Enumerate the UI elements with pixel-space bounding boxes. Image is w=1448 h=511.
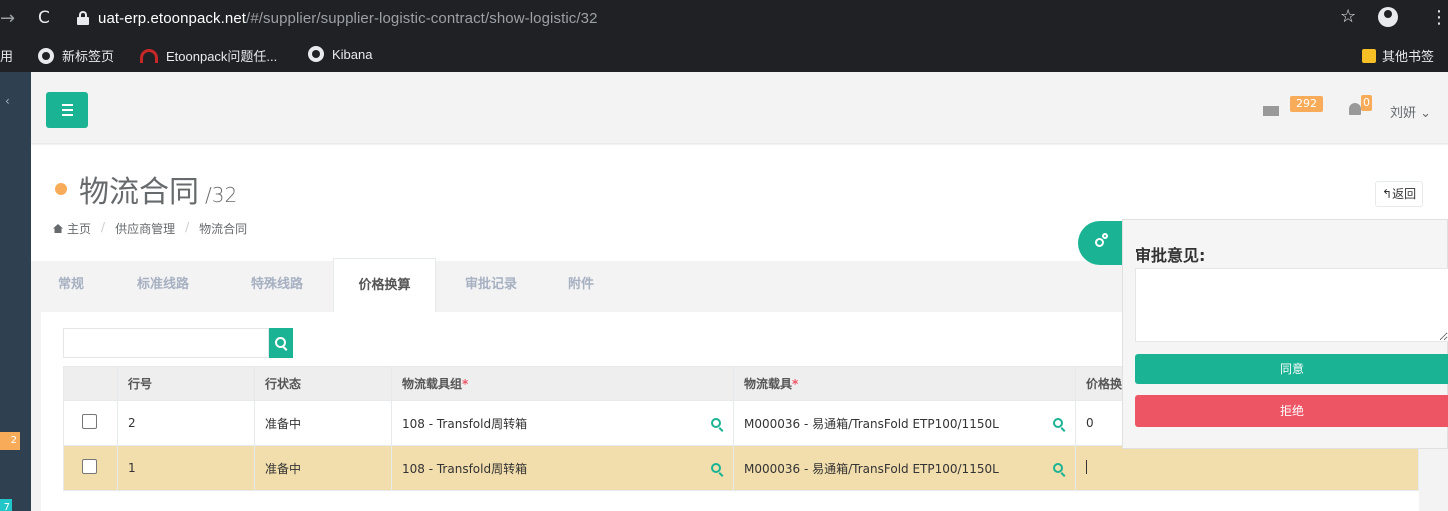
tab-approval-records[interactable]: 审批记录 xyxy=(451,258,531,312)
tab-price-conversion[interactable]: 价格换算 xyxy=(333,258,436,312)
group-cell[interactable]: 108 - Transfold周转箱 xyxy=(391,400,734,446)
lookup-search-icon[interactable] xyxy=(1053,463,1063,473)
group-cell[interactable]: 108 - Transfold周转箱 xyxy=(391,445,734,491)
agree-button[interactable]: 同意 xyxy=(1135,354,1448,384)
tab-special-route[interactable]: 特殊线路 xyxy=(237,258,317,312)
gears-icon xyxy=(1095,238,1104,247)
bookmark-apps[interactable]: 用 xyxy=(0,46,13,65)
column-header[interactable]: 物流载具组* xyxy=(391,366,734,401)
breadcrumb-contract: 物流合同 xyxy=(199,222,248,236)
bookmark-etoonpack[interactable]: Etoonpack问题任... xyxy=(140,46,277,65)
status-cell: 准备中 xyxy=(254,445,392,491)
search-button[interactable] xyxy=(269,328,293,358)
more-menu-icon[interactable]: ⋮ xyxy=(1430,7,1448,28)
mail-count-badge: 292 xyxy=(1290,96,1323,112)
bookmarks-bar: 用 新标签页 Etoonpack问题任... Kibana 其他书签 xyxy=(0,36,1448,72)
home-icon xyxy=(53,224,63,233)
line-cell: 2 xyxy=(117,400,255,446)
row-checkbox[interactable] xyxy=(82,459,97,474)
sidebar-badge: 7 xyxy=(0,499,12,511)
bell-icon[interactable] xyxy=(1349,103,1361,115)
tab-general[interactable]: 常规 xyxy=(51,258,91,312)
select-column-header xyxy=(63,366,118,401)
approval-panel: 审批意见: 同意 拒绝 xyxy=(1122,219,1448,449)
forward-arrow-icon[interactable]: → xyxy=(0,8,18,29)
folder-icon xyxy=(1362,48,1376,63)
approval-comment-input[interactable] xyxy=(1135,268,1448,342)
lookup-search-icon[interactable] xyxy=(711,463,721,473)
column-header[interactable]: 物流载具* xyxy=(733,366,1076,401)
reply-icon: ↰ xyxy=(1382,187,1393,201)
reject-button[interactable]: 拒绝 xyxy=(1135,395,1448,427)
column-header[interactable]: 行状态 xyxy=(254,366,392,401)
carrier-cell[interactable]: M000036 - 易通箱/TransFold ETP100/1150L xyxy=(733,400,1076,446)
browser-address-bar: → C uat-erp.etoonpack.net/#/supplier/sup… xyxy=(0,0,1448,36)
breadcrumb: 主页 / 供应商管理 / 物流合同 xyxy=(53,220,247,237)
breadcrumb-supplier[interactable]: 供应商管理 xyxy=(115,220,175,237)
carrier-cell[interactable]: M000036 - 易通箱/TransFold ETP100/1150L xyxy=(733,445,1076,491)
table-row[interactable]: 1 准备中 108 - Transfold周转箱 M000036 - 易通箱/T… xyxy=(63,445,1419,491)
bookmark-new-tab[interactable]: 新标签页 xyxy=(38,46,114,65)
lookup-search-icon[interactable] xyxy=(711,418,721,428)
search-input[interactable] xyxy=(63,328,269,358)
profile-icon[interactable] xyxy=(1378,7,1398,27)
tab-attachments[interactable]: 附件 xyxy=(551,258,611,312)
status-cell: 准备中 xyxy=(254,400,392,446)
back-button[interactable]: ↰返回 xyxy=(1375,181,1424,207)
mail-icon[interactable] xyxy=(1263,106,1279,116)
lookup-search-icon[interactable] xyxy=(1053,418,1063,428)
globe-icon xyxy=(38,47,54,64)
top-navbar: 292 0 刘妍 ⌄ xyxy=(31,72,1448,144)
text-caret xyxy=(1086,459,1087,474)
breadcrumb-home[interactable]: 主页 xyxy=(53,220,91,237)
globe-icon xyxy=(308,46,324,62)
approval-toggle-button[interactable] xyxy=(1078,221,1122,265)
reload-icon[interactable]: C xyxy=(38,8,58,28)
sidebar: ‹ 2 7 xyxy=(0,72,31,511)
menu-toggle-button[interactable] xyxy=(46,92,88,128)
approval-title: 审批意见: xyxy=(1135,246,1206,265)
bookmark-kibana[interactable]: Kibana xyxy=(308,46,372,62)
lock-icon[interactable] xyxy=(76,11,90,25)
chevron-icon[interactable]: ‹ xyxy=(5,94,10,108)
bookmark-other[interactable]: 其他书签 xyxy=(1362,46,1434,65)
row-checkbox[interactable] xyxy=(82,414,97,429)
line-cell: 1 xyxy=(117,445,255,491)
price-cell[interactable] xyxy=(1075,445,1419,491)
user-menu[interactable]: 刘妍 ⌄ xyxy=(1390,102,1431,121)
etoonpack-logo-icon xyxy=(140,48,158,63)
tab-standard-route[interactable]: 标准线路 xyxy=(123,258,203,312)
status-dot xyxy=(55,183,67,195)
url-field[interactable]: uat-erp.etoonpack.net/#/supplier/supplie… xyxy=(98,10,598,27)
star-icon[interactable]: ☆ xyxy=(1340,6,1356,27)
column-header[interactable]: 行号 xyxy=(117,366,255,401)
sidebar-badge: 2 xyxy=(0,432,20,450)
alert-count-badge: 0 xyxy=(1361,95,1372,111)
page-title: 物流合同/32 xyxy=(79,175,238,210)
